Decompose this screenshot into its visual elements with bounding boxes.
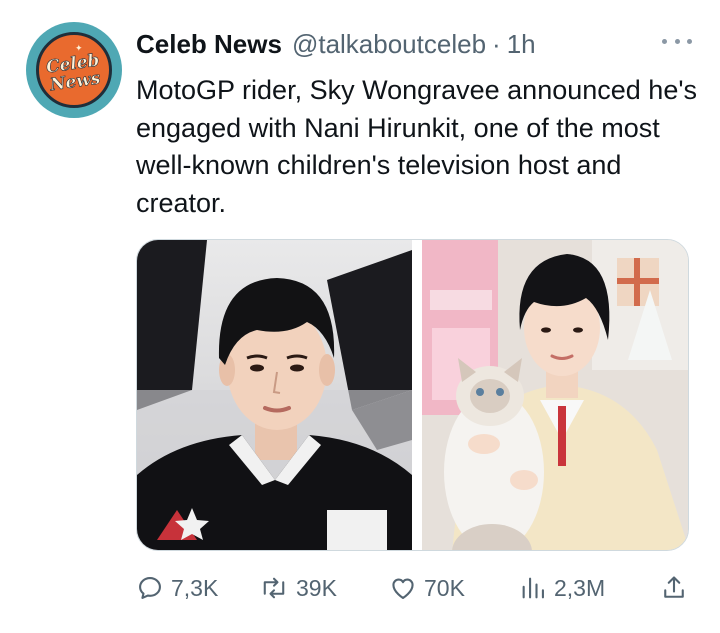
photo-man-holding-cat[interactable] xyxy=(422,240,688,550)
retweet-count: 39K xyxy=(296,574,337,601)
views-icon xyxy=(522,577,544,599)
tweet-media-grid xyxy=(136,239,689,551)
more-options-button[interactable] xyxy=(662,34,692,48)
photo-2-illustration xyxy=(422,240,688,550)
like-button[interactable]: 70K xyxy=(389,566,465,610)
like-count: 70K xyxy=(424,574,465,601)
views-button[interactable]: 2,3M xyxy=(519,566,605,610)
more-dot xyxy=(674,38,680,44)
share-icon xyxy=(664,576,684,598)
retweet-icon xyxy=(263,577,285,599)
separator-dot: · xyxy=(492,28,501,59)
avatar-logo-text: Celeb News xyxy=(44,50,102,96)
media-divider xyxy=(412,240,422,550)
tweet-header: Celeb News @talkaboutceleb · 1h xyxy=(136,26,536,62)
retweet-button[interactable]: 39K xyxy=(259,566,337,610)
avatar[interactable]: ✦ Celeb News xyxy=(26,22,122,118)
more-dot xyxy=(687,38,692,44)
tweet-action-bar: 7,3K 39K 70K 2,3M xyxy=(136,566,696,610)
tweet[interactable]: ✦ Celeb News Celeb News @talkaboutceleb … xyxy=(0,0,720,633)
reply-count: 7,3K xyxy=(171,574,219,601)
reply-icon xyxy=(139,577,161,599)
reply-button[interactable]: 7,3K xyxy=(136,566,218,610)
photo-portrait-man-varsity-jacket[interactable] xyxy=(137,240,412,550)
views-count: 2,3M xyxy=(554,574,606,601)
tweet-timestamp[interactable]: 1h xyxy=(507,29,536,60)
heart-icon xyxy=(392,578,414,599)
avatar-logo: ✦ Celeb News xyxy=(36,32,112,108)
account-name[interactable]: Celeb News xyxy=(136,29,282,60)
more-dot xyxy=(662,38,667,44)
account-handle[interactable]: @talkaboutceleb xyxy=(292,29,486,60)
share-button[interactable] xyxy=(660,566,688,610)
photo-1-illustration xyxy=(137,240,412,550)
tweet-text: MotoGP rider, Sky Wongravee announced he… xyxy=(136,75,697,218)
